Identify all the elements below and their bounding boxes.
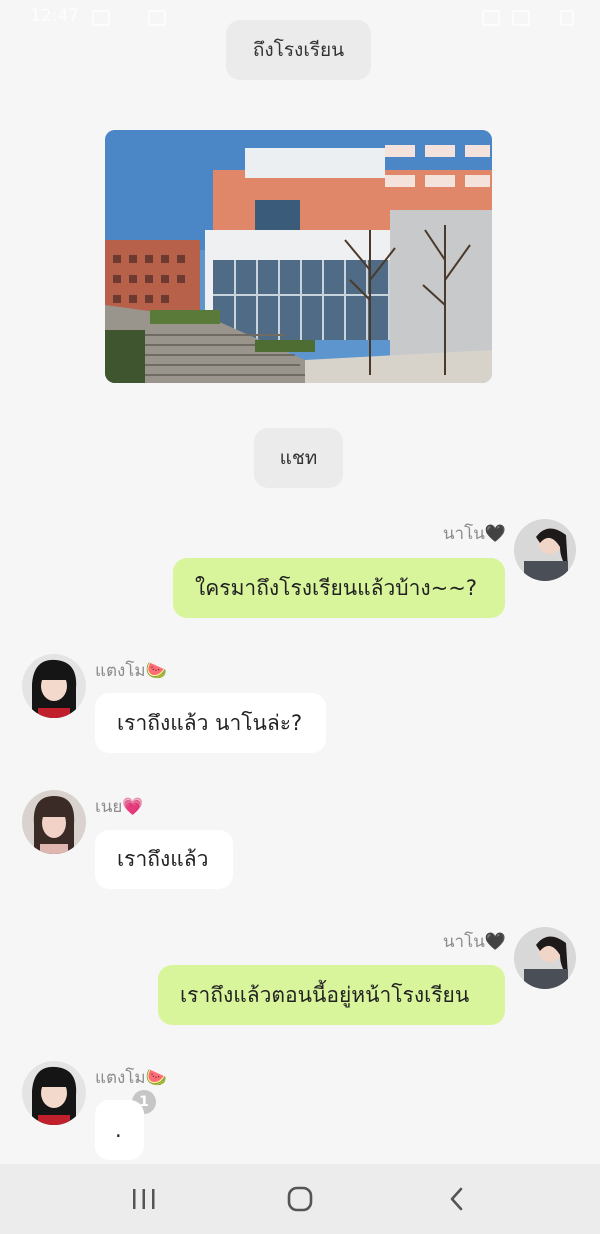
- avatar[interactable]: [22, 790, 86, 854]
- navigation-bar: [0, 1164, 600, 1234]
- message-bubble-outgoing[interactable]: เราถึงแล้วตอนนี้อยู่หน้าโรงเรียน: [158, 965, 505, 1025]
- system-message-text: แชท: [279, 447, 318, 469]
- message-bubble-incoming[interactable]: เราถึงแล้ว: [95, 830, 233, 889]
- battery-icon: [560, 10, 574, 26]
- back-button[interactable]: [427, 1176, 487, 1222]
- message-bubble-outgoing[interactable]: ใครมาถึงโรงเรียนแล้วบ้าง~~?: [173, 558, 505, 618]
- avatar-image: [22, 1061, 86, 1125]
- school-image: [105, 130, 492, 383]
- avatar-image: [514, 927, 576, 989]
- status-time: 12:47: [30, 6, 79, 26]
- message-text: เราถึงแล้วตอนนี้อยู่หน้าโรงเรียน: [180, 982, 470, 1007]
- sender-name: เนย💗: [95, 797, 144, 817]
- sender-name: แตงโม🍉: [95, 1068, 167, 1088]
- avatar[interactable]: [514, 519, 576, 581]
- system-message-arrived: ถึงโรงเรียน: [226, 20, 371, 80]
- sender-name: นาโน🖤: [442, 524, 506, 544]
- avatar-image: [22, 790, 86, 854]
- avatar-image: [514, 519, 576, 581]
- home-button[interactable]: [270, 1176, 330, 1222]
- avatar[interactable]: [22, 1061, 86, 1125]
- sender-name: นาโน🖤: [442, 932, 506, 952]
- school-building-photo[interactable]: [105, 130, 492, 383]
- system-message-chat: แชท: [254, 428, 343, 488]
- gallery-icon: [92, 10, 110, 26]
- message-bubble-incoming[interactable]: .: [95, 1100, 144, 1160]
- message-text: ใครมาถึงโรงเรียนแล้วบ้าง~~?: [195, 575, 478, 600]
- message-text: เราถึงแล้ว: [117, 847, 209, 871]
- signal-icon: [482, 10, 500, 26]
- recents-button[interactable]: [114, 1176, 174, 1222]
- avatar[interactable]: [22, 654, 86, 718]
- recents-icon: [133, 1189, 155, 1209]
- avatar-image: [22, 654, 86, 718]
- message-text: เราถึงแล้ว นาโนล่ะ?: [117, 710, 303, 735]
- cloud-icon: [148, 10, 166, 26]
- message-bubble-incoming[interactable]: เราถึงแล้ว นาโนล่ะ?: [95, 693, 326, 753]
- system-message-text: ถึงโรงเรียน: [252, 39, 345, 61]
- wifi-icon: [512, 10, 530, 26]
- home-icon: [287, 1186, 313, 1212]
- back-icon: [450, 1187, 463, 1211]
- sender-name: แตงโม🍉: [95, 661, 167, 681]
- avatar[interactable]: [514, 927, 576, 989]
- message-text: .: [115, 1118, 122, 1142]
